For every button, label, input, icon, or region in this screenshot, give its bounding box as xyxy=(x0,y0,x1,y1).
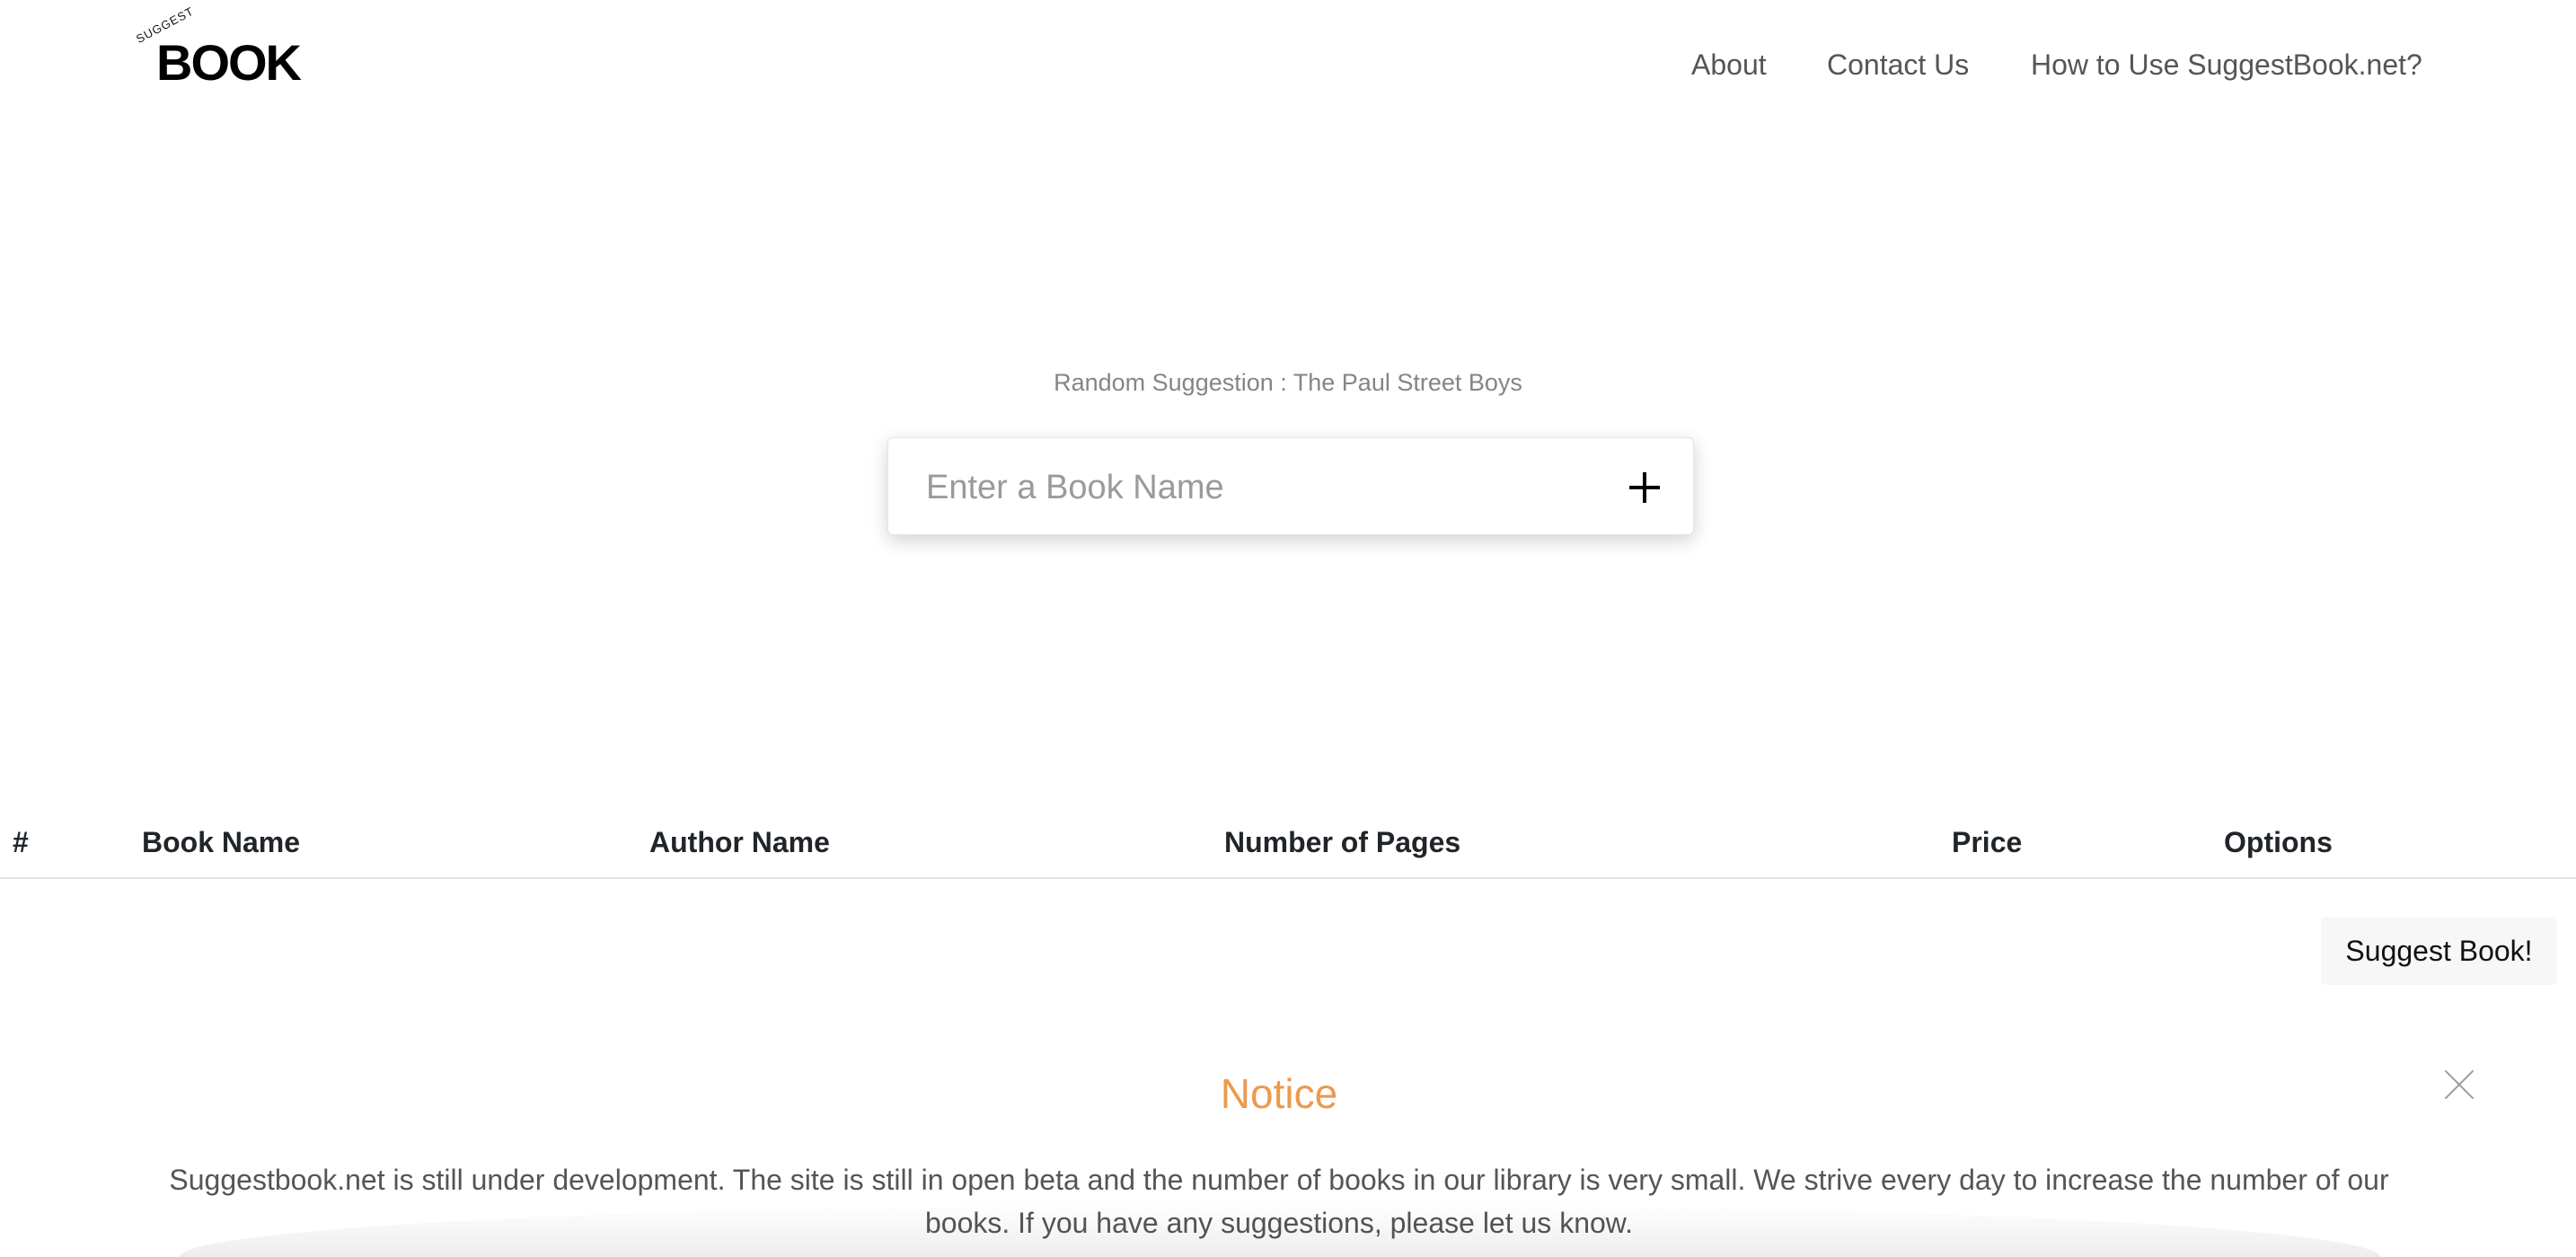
random-suggestion: Random Suggestion : The Paul Street Boys xyxy=(1054,369,1522,396)
column-header-author-name: Author Name xyxy=(649,826,830,858)
table-header-divider xyxy=(0,877,2576,879)
suggest-book-button[interactable]: Suggest Book! xyxy=(2321,917,2557,985)
column-header-book-name: Book Name xyxy=(142,826,301,858)
column-header-options: Options xyxy=(2224,826,2333,858)
column-header-pages: Number of Pages xyxy=(1224,826,1461,858)
close-icon[interactable] xyxy=(2443,1068,2475,1101)
column-header-number: # xyxy=(13,826,29,858)
plus-icon[interactable] xyxy=(1616,456,1679,519)
nav-about-link[interactable]: About xyxy=(1691,43,1767,86)
logo-big-text: BOOK xyxy=(156,34,302,91)
nav-how-to-use-link[interactable]: How to Use SuggestBook.net? xyxy=(2031,43,2422,86)
notice-title: Notice xyxy=(1220,1070,1338,1117)
column-header-price: Price xyxy=(1952,826,2023,858)
nav-contact-link[interactable]: Contact Us xyxy=(1827,43,1969,86)
book-name-input[interactable] xyxy=(924,461,1575,514)
notice-text: Suggestbook.net is still under developme… xyxy=(169,1164,2389,1239)
book-search-box xyxy=(887,437,1694,535)
site-logo[interactable]: SUGGEST BOOK xyxy=(134,4,302,90)
